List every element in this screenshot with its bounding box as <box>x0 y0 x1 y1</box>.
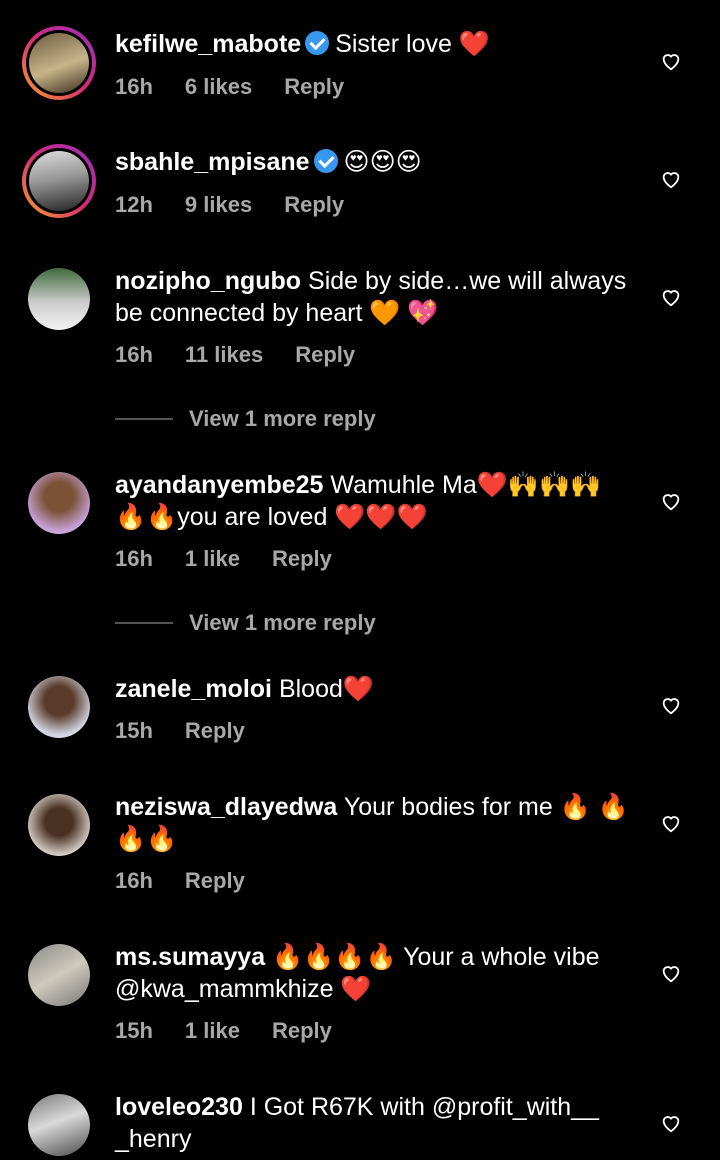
reply-button[interactable]: Reply <box>284 192 344 217</box>
avatar[interactable] <box>22 144 96 218</box>
avatar[interactable] <box>28 1094 90 1156</box>
avatar[interactable] <box>28 268 90 330</box>
avatar[interactable] <box>22 26 96 100</box>
view-more-label: View 1 more reply <box>189 406 376 431</box>
comment-time: 16h <box>115 74 153 99</box>
username[interactable]: loveleo230 <box>115 1093 243 1121</box>
comment-text: 😍😍😍 <box>343 148 422 176</box>
avatar[interactable] <box>28 794 90 856</box>
comment-time: 12h <box>115 192 153 217</box>
comment-time: 16h <box>115 546 153 571</box>
like-heart-icon[interactable] <box>660 50 682 72</box>
like-heart-icon[interactable] <box>660 812 682 834</box>
comment-time: 16h <box>115 342 153 367</box>
comment-time: 16h <box>115 868 153 893</box>
view-more-replies[interactable]: View 1 more reply <box>115 406 376 432</box>
like-heart-icon[interactable] <box>660 490 682 512</box>
likes-count[interactable]: 11 likes <box>185 342 263 367</box>
divider <box>115 418 173 420</box>
likes-count[interactable]: 1 like <box>185 546 240 571</box>
verified-badge-icon <box>305 31 330 55</box>
comment-time: 15h <box>115 718 153 743</box>
username[interactable]: kefilwe_mabote <box>115 30 301 58</box>
like-heart-icon[interactable] <box>660 1112 682 1134</box>
avatar[interactable] <box>28 944 90 1006</box>
reply-button[interactable]: Reply <box>185 868 245 893</box>
verified-badge-icon <box>313 149 338 173</box>
username[interactable]: ms.sumayya <box>115 943 265 971</box>
comment-text: Sister love ❤️ <box>335 30 490 58</box>
comment-time: 15h <box>115 1018 153 1043</box>
view-more-replies[interactable]: View 1 more reply <box>115 610 376 636</box>
likes-count[interactable]: 1 like <box>185 1018 240 1043</box>
likes-count[interactable]: 9 likes <box>185 192 252 217</box>
comment-text: Blood❤️ <box>278 675 375 703</box>
likes-count[interactable]: 6 likes <box>185 74 252 99</box>
like-heart-icon[interactable] <box>660 962 682 984</box>
reply-button[interactable]: Reply <box>284 74 344 99</box>
view-more-label: View 1 more reply <box>189 610 376 635</box>
like-heart-icon[interactable] <box>660 694 682 716</box>
like-heart-icon[interactable] <box>660 168 682 190</box>
username[interactable]: nozipho_ngubo <box>115 267 301 295</box>
divider <box>115 622 173 624</box>
avatar[interactable] <box>28 676 90 738</box>
username[interactable]: zanele_moloi <box>115 675 272 703</box>
reply-button[interactable]: Reply <box>295 342 355 367</box>
username[interactable]: neziswa_dlayedwa <box>115 793 337 821</box>
reply-button[interactable]: Reply <box>272 1018 332 1043</box>
username[interactable]: sbahle_mpisane <box>115 148 310 176</box>
reply-button[interactable]: Reply <box>272 546 332 571</box>
username[interactable]: ayandanyembe25 <box>115 471 323 499</box>
like-heart-icon[interactable] <box>660 286 682 308</box>
avatar[interactable] <box>28 472 90 534</box>
reply-button[interactable]: Reply <box>185 718 245 743</box>
